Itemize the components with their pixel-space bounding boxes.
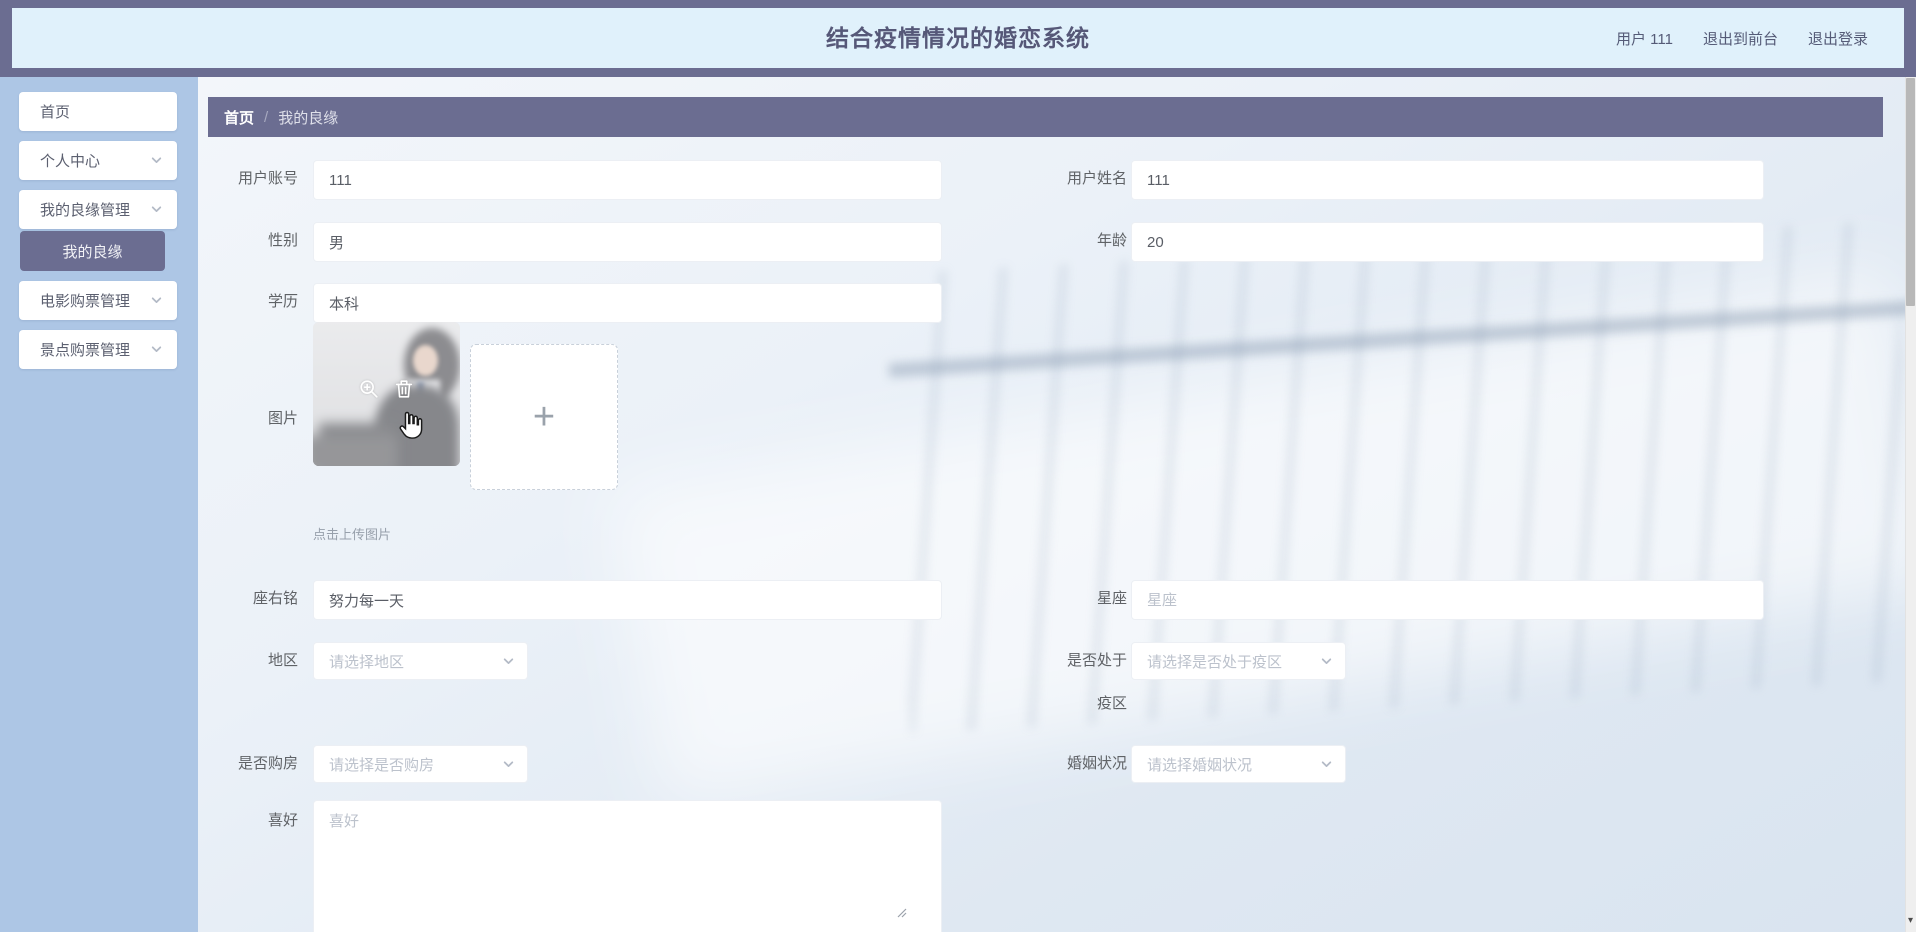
- gender-input[interactable]: [313, 222, 942, 262]
- trash-icon[interactable]: [393, 378, 415, 400]
- photo-label: 图片: [267, 410, 298, 427]
- motto-label: 座右铭: [252, 590, 298, 607]
- region-select-placeholder: 请选择地区: [329, 653, 405, 671]
- page: 结合疫情情况的婚恋系统 用户 111 退出到前台 退出登录 首页 个人中心 我的…: [0, 0, 1916, 932]
- chevron-down-icon: [1321, 657, 1332, 664]
- sidebar-item-label: 首页: [40, 104, 71, 121]
- gender-label: 性别: [267, 232, 298, 249]
- photo-actions: [313, 378, 460, 400]
- marriage-label: 婚姻状况: [1066, 755, 1127, 772]
- sidebar: 首页 个人中心 我的良缘管理 我的良缘 电影购票管理 景点购票管理: [0, 77, 198, 932]
- resize-handle-icon[interactable]: [895, 906, 907, 918]
- upload-hint: 点击上传图片: [313, 527, 392, 542]
- chevron-down-icon: [151, 157, 162, 163]
- sidebar-item-liangyuan-management[interactable]: 我的良缘管理: [19, 190, 177, 229]
- age-label: 年龄: [1096, 232, 1127, 249]
- sidebar-item-label: 景点购票管理: [40, 342, 131, 359]
- header-user-label[interactable]: 用户 111: [1616, 28, 1673, 49]
- name-label: 用户姓名: [1066, 170, 1127, 187]
- sidebar-item-home[interactable]: 首页: [19, 92, 177, 131]
- account-label: 用户账号: [237, 170, 298, 187]
- house-select-placeholder: 请选择是否购房: [329, 756, 435, 774]
- chevron-down-icon: [151, 206, 162, 212]
- logout-link[interactable]: 退出登录: [1808, 28, 1868, 49]
- breadcrumb-separator: /: [264, 108, 269, 126]
- sidebar-item-label: 电影购票管理: [40, 293, 131, 310]
- sidebar-item-scenic-ticket-management[interactable]: 景点购票管理: [19, 330, 177, 369]
- scrollbar-thumb[interactable]: [1906, 78, 1915, 306]
- chevron-down-icon: [503, 657, 514, 664]
- constellation-label: 星座: [1096, 590, 1127, 607]
- education-input[interactable]: [313, 283, 942, 323]
- sidebar-subitem-label: 我的良缘: [62, 243, 123, 261]
- photo-upload-button[interactable]: +: [470, 344, 618, 490]
- chevron-down-icon: [151, 297, 162, 303]
- epidemic-label-line1: 是否处于: [1066, 652, 1127, 669]
- house-select[interactable]: 请选择是否购房: [313, 745, 528, 783]
- sidebar-item-label: 我的良缘管理: [40, 202, 131, 219]
- exit-to-front-link[interactable]: 退出到前台: [1703, 28, 1778, 49]
- education-label: 学历: [267, 293, 298, 310]
- house-label: 是否购房: [237, 755, 298, 772]
- epidemic-select[interactable]: 请选择是否处于疫区: [1131, 642, 1346, 680]
- mouse-cursor-hand: [399, 411, 423, 439]
- zoom-in-icon[interactable]: [358, 378, 380, 400]
- sidebar-item-personal-center[interactable]: 个人中心: [19, 141, 177, 180]
- hobby-textarea[interactable]: [313, 800, 942, 932]
- header-bar: 结合疫情情况的婚恋系统 用户 111 退出到前台 退出登录: [0, 0, 1916, 77]
- account-input[interactable]: [313, 160, 942, 200]
- marriage-select-placeholder: 请选择婚姻状况: [1147, 756, 1253, 774]
- breadcrumb: 首页 / 我的良缘: [208, 97, 1883, 137]
- chevron-down-icon: [1321, 760, 1332, 767]
- chevron-down-icon: [503, 760, 514, 767]
- epidemic-select-placeholder: 请选择是否处于疫区: [1147, 653, 1283, 671]
- region-select[interactable]: 请选择地区: [313, 642, 528, 680]
- uploaded-photo-thumbnail[interactable]: [313, 322, 460, 466]
- name-input[interactable]: [1131, 160, 1764, 200]
- marriage-select[interactable]: 请选择婚姻状况: [1131, 745, 1346, 783]
- sidebar-item-movie-ticket-management[interactable]: 电影购票管理: [19, 281, 177, 320]
- scroll-down-arrow-icon[interactable]: ▾: [1904, 914, 1916, 928]
- plus-icon: +: [532, 396, 556, 438]
- hobby-label: 喜好: [267, 812, 298, 829]
- motto-input[interactable]: [313, 580, 942, 620]
- breadcrumb-current: 我的良缘: [278, 109, 339, 127]
- region-label: 地区: [267, 652, 298, 669]
- epidemic-label-line2: 疫区: [1096, 695, 1127, 712]
- age-input[interactable]: [1131, 222, 1764, 262]
- constellation-input[interactable]: [1131, 580, 1764, 620]
- breadcrumb-home-link[interactable]: 首页: [224, 107, 254, 128]
- sidebar-subitem-my-liangyuan[interactable]: 我的良缘: [20, 231, 165, 271]
- header-inner-bar: 结合疫情情况的婚恋系统 用户 111 退出到前台 退出登录: [12, 8, 1904, 68]
- chevron-down-icon: [151, 346, 162, 352]
- header-links: 用户 111 退出到前台 退出登录: [1616, 8, 1868, 68]
- sidebar-item-label: 个人中心: [40, 153, 101, 170]
